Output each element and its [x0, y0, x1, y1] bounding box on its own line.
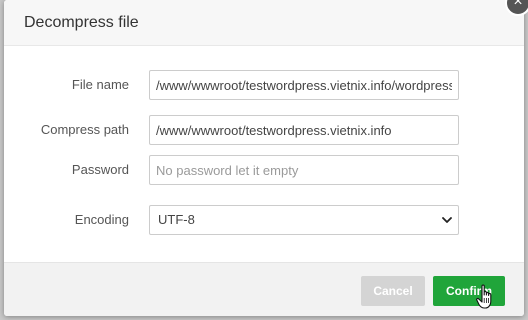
file-name-label: File name: [71, 77, 129, 92]
encoding-select[interactable]: UTF-8: [149, 205, 459, 235]
dialog-title: Decompress file: [24, 14, 139, 31]
cancel-button[interactable]: Cancel: [361, 276, 425, 306]
encoding-selected-value: UTF-8: [158, 212, 195, 227]
encoding-row: Encoding UTF-8: [4, 205, 524, 235]
file-name-input[interactable]: [149, 70, 459, 100]
compress-path-row: Compress path: [4, 115, 524, 145]
dialog-footer: Cancel Confirm: [4, 262, 524, 316]
password-input[interactable]: [149, 155, 459, 185]
decompress-dialog: Decompress file File name Compress path …: [4, 0, 524, 316]
dialog-header: Decompress file: [4, 0, 524, 46]
password-label: Password: [71, 162, 129, 177]
compress-path-input[interactable]: [149, 115, 459, 145]
encoding-label: Encoding: [74, 212, 129, 227]
file-name-row: File name: [4, 70, 524, 100]
compress-path-label: Compress path: [40, 122, 129, 137]
password-row: Password: [4, 155, 524, 185]
confirm-button[interactable]: Confirm: [433, 276, 505, 306]
chevron-down-icon: [442, 217, 452, 223]
